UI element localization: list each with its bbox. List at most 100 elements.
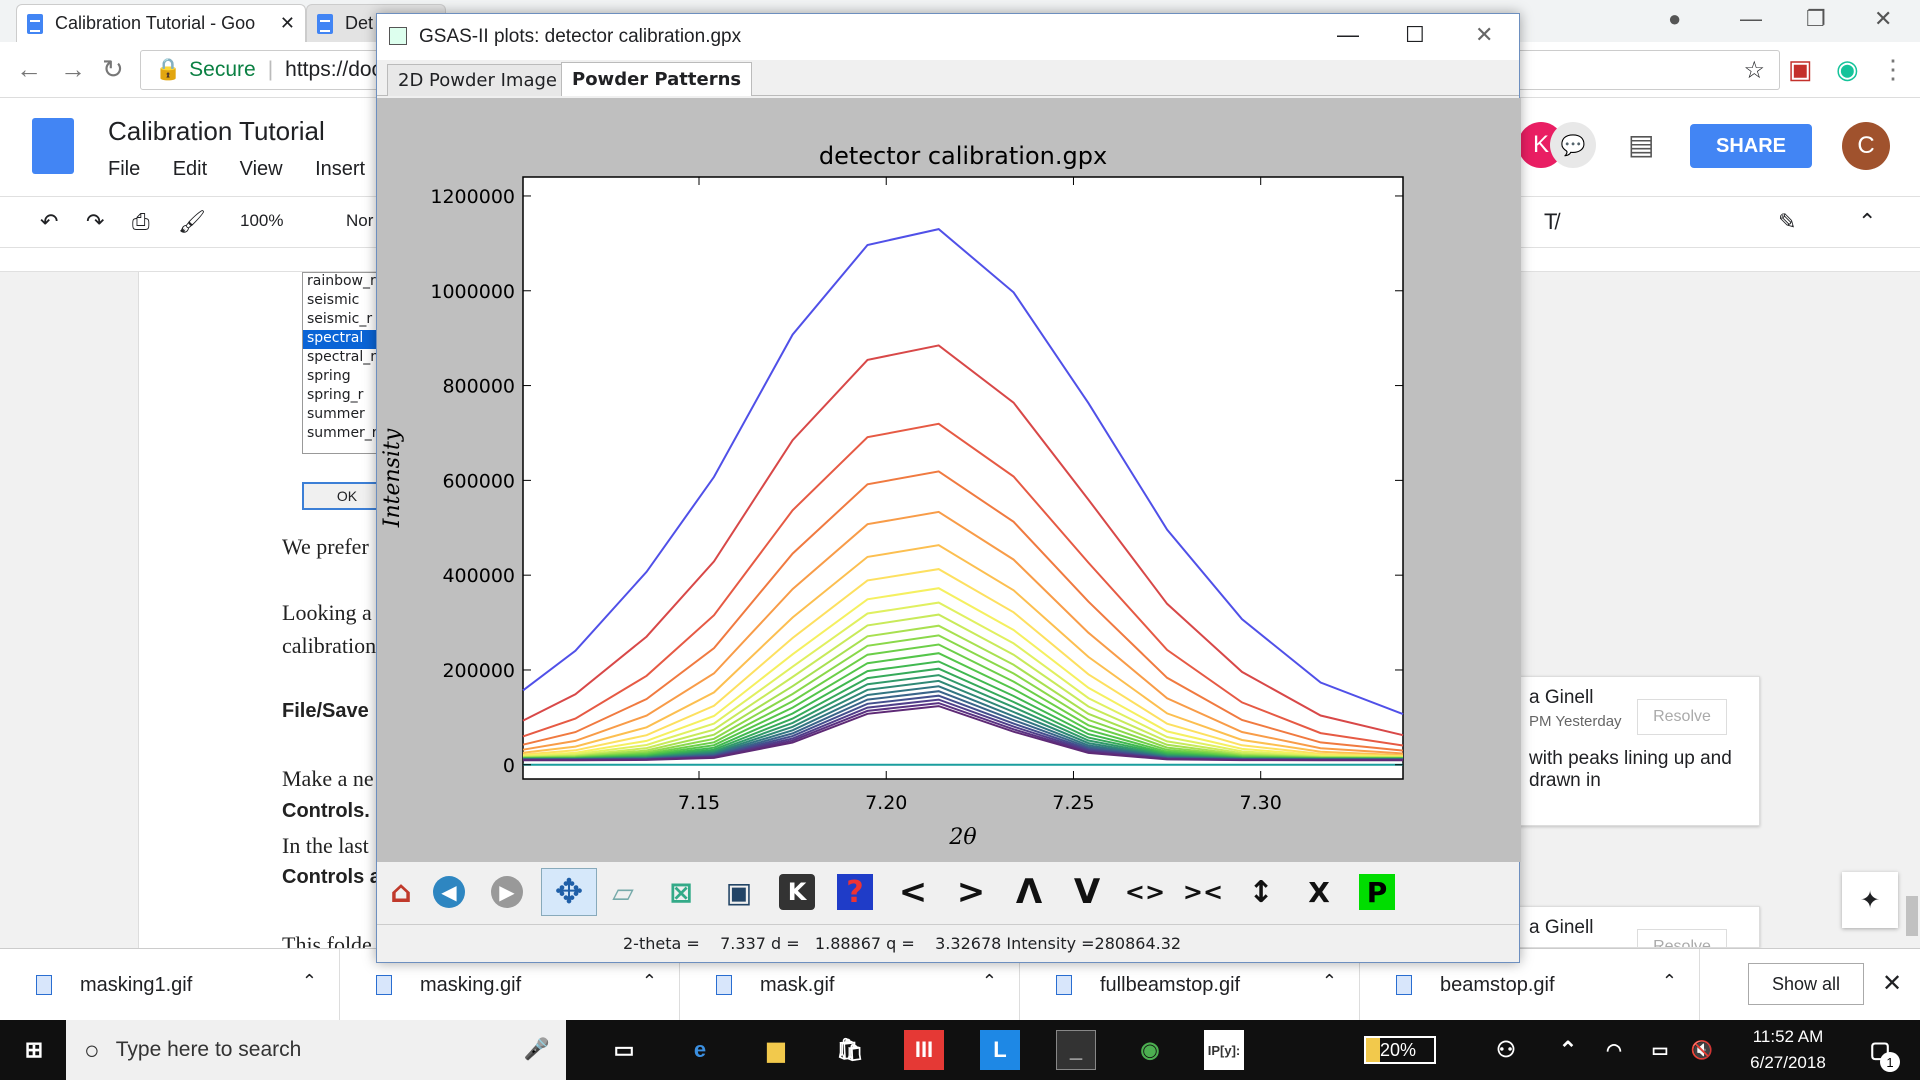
close-icon[interactable]: ✕ xyxy=(1882,969,1902,998)
collapse-icon[interactable]: ⌃ xyxy=(1858,209,1876,235)
home-icon[interactable]: ⌂ xyxy=(377,868,425,916)
download-item[interactable]: masking1.gif ⌃ xyxy=(0,949,340,1021)
powder-pattern-chart[interactable]: 0 200000 400000 600000 800000 1000000 1200000 7… xyxy=(377,98,1521,862)
chevron-up-icon[interactable]: ⌃ xyxy=(1548,1030,1588,1070)
edit-mode-icon[interactable]: ✎ xyxy=(1778,209,1796,235)
avatar-c[interactable]: C xyxy=(1842,122,1890,170)
print-icon[interactable]: ⎙ xyxy=(132,209,150,235)
x-tick-label: 7.20 xyxy=(865,792,907,814)
comments-icon[interactable]: ▤ xyxy=(1628,128,1654,161)
chrome-icon[interactable]: ◉ xyxy=(1130,1030,1170,1070)
p-icon[interactable]: P xyxy=(1353,868,1401,916)
store-icon[interactable]: 🛍 xyxy=(830,1030,870,1070)
app-icon[interactable]: III xyxy=(904,1030,944,1070)
battery-icon[interactable]: ▭ xyxy=(1640,1030,1680,1070)
taskbar-search[interactable]: ○ Type here to search 🎤 xyxy=(66,1020,566,1080)
comment-card[interactable]: a Ginell PM Yesterday Resolve with peaks… xyxy=(1518,676,1760,826)
windows-start-icon[interactable]: ⊞ xyxy=(14,1030,54,1070)
chevron-up-icon[interactable]: ⌃ xyxy=(1662,971,1677,992)
expand-y-icon[interactable]: ↕ xyxy=(1237,868,1285,916)
menu-insert[interactable]: Insert xyxy=(315,158,365,180)
comment-card[interactable]: a Ginell Resolve xyxy=(1518,906,1760,948)
style-select[interactable]: Nor xyxy=(346,211,373,231)
paint-format-icon[interactable]: 🖌 xyxy=(178,209,206,235)
people-icon[interactable]: ⚇ xyxy=(1486,1030,1526,1070)
chevron-up-icon[interactable]: ⌃ xyxy=(302,971,317,992)
star-icon[interactable]: ☆ xyxy=(1743,56,1765,85)
tab-2d-powder-image[interactable]: 2D Powder Image xyxy=(387,64,568,96)
docs-logo-icon[interactable] xyxy=(32,118,74,174)
chevron-up-icon[interactable]: ⌃ xyxy=(982,971,997,992)
menu-edit[interactable]: Edit xyxy=(173,158,207,180)
task-view-icon[interactable]: ▭ xyxy=(604,1030,644,1070)
zoom-icon[interactable]: ▱ xyxy=(599,868,647,916)
redo-icon[interactable]: ↷ xyxy=(86,209,104,235)
pocket-icon[interactable]: ▣ xyxy=(1788,54,1813,85)
terminal-icon[interactable]: _ xyxy=(1056,1030,1096,1070)
comment-body: with peaks lining up and drawn in xyxy=(1529,748,1732,791)
scrollbar[interactable] xyxy=(1906,896,1918,936)
undo-icon[interactable]: ↶ xyxy=(40,209,58,235)
minimize-icon[interactable]: — xyxy=(1337,22,1359,48)
contract-y-icon[interactable]: X xyxy=(1295,868,1343,916)
forward-icon[interactable]: ▶ xyxy=(483,868,531,916)
file-explorer-icon[interactable]: ▆ xyxy=(756,1030,796,1070)
resolve-button[interactable]: Resolve xyxy=(1637,929,1727,947)
help-icon[interactable]: ? xyxy=(831,868,879,916)
clock[interactable]: 11:52 AM 6/27/2018 xyxy=(1732,1024,1844,1076)
chevron-up-icon[interactable]: ⌃ xyxy=(642,971,657,992)
save-icon[interactable]: ▣ xyxy=(715,868,763,916)
shift-up-icon[interactable]: Λ xyxy=(1005,868,1053,916)
chevron-up-icon[interactable]: ⌃ xyxy=(1322,971,1337,992)
more-icon[interactable]: ⋮ xyxy=(1880,54,1906,85)
shift-right-icon[interactable]: > xyxy=(947,868,995,916)
share-button[interactable]: SHARE xyxy=(1690,124,1812,168)
k-icon[interactable]: K xyxy=(773,868,821,916)
menu-file[interactable]: File xyxy=(108,158,140,180)
profile-icon[interactable]: ● xyxy=(1668,6,1681,32)
pan-icon[interactable]: ✥ xyxy=(541,868,597,916)
close-icon[interactable]: ✕ xyxy=(1475,22,1493,48)
chat-icon[interactable]: 💬 xyxy=(1550,122,1596,168)
clock-date: 6/27/2018 xyxy=(1750,1053,1826,1072)
clear-format-icon[interactable]: T̸ xyxy=(1544,209,1557,235)
tab-powder-patterns[interactable]: Powder Patterns xyxy=(561,62,753,96)
minimize-icon[interactable]: — xyxy=(1740,6,1762,32)
docs-icon xyxy=(27,13,43,34)
forward-icon[interactable]: → xyxy=(60,54,86,85)
close-icon[interactable]: ✕ xyxy=(280,13,295,34)
grammarly-icon[interactable]: ◉ xyxy=(1836,54,1859,85)
wifi-icon[interactable]: ◠ xyxy=(1594,1030,1634,1070)
zoom-select[interactable]: 100% xyxy=(240,211,283,231)
back-icon[interactable]: ◀ xyxy=(425,868,473,916)
secure-label: Secure xyxy=(189,58,256,81)
microphone-icon[interactable]: 🎤 xyxy=(524,1038,550,1062)
doc-title[interactable]: Calibration Tutorial xyxy=(108,116,325,147)
reload-icon[interactable]: ↻ xyxy=(102,54,124,85)
shift-down-icon[interactable]: V xyxy=(1063,868,1111,916)
download-name: mask.gif xyxy=(760,973,835,996)
share-label: SHARE xyxy=(1715,134,1786,157)
ipython-icon[interactable]: IP[y]: xyxy=(1204,1030,1244,1070)
gsas-titlebar[interactable]: GSAS-II plots: detector calibration.gpx … xyxy=(377,14,1519,60)
browser-tab-calibration[interactable]: Calibration Tutorial - Goo ✕ xyxy=(16,4,306,42)
explore-icon[interactable]: ✦ xyxy=(1842,872,1898,928)
contract-x-icon[interactable]: >< xyxy=(1179,868,1227,916)
subplots-icon[interactable]: ⊠ xyxy=(657,868,705,916)
show-all-button[interactable]: Show all xyxy=(1748,963,1864,1005)
clock-time: 11:52 AM xyxy=(1752,1027,1824,1046)
maximize-icon[interactable]: ☐ xyxy=(1405,22,1425,48)
app-l-icon[interactable]: L xyxy=(980,1030,1020,1070)
menu-view[interactable]: View xyxy=(240,158,283,180)
restore-icon[interactable]: ❐ xyxy=(1806,6,1826,32)
y-tick-label: 0 xyxy=(503,755,515,777)
shift-left-icon[interactable]: < xyxy=(889,868,937,916)
edge-icon[interactable]: e xyxy=(680,1030,720,1070)
resolve-button[interactable]: Resolve xyxy=(1637,699,1727,735)
volume-muted-icon[interactable]: 🔇 xyxy=(1682,1030,1722,1070)
expand-x-icon[interactable]: <> xyxy=(1121,868,1169,916)
close-icon[interactable]: ✕ xyxy=(1874,6,1892,32)
plot-area[interactable]: 0 200000 400000 600000 800000 1000000 1200000 7… xyxy=(377,98,1521,862)
back-icon[interactable]: ← xyxy=(16,54,42,85)
battery-meter[interactable]: 20% xyxy=(1364,1036,1436,1064)
